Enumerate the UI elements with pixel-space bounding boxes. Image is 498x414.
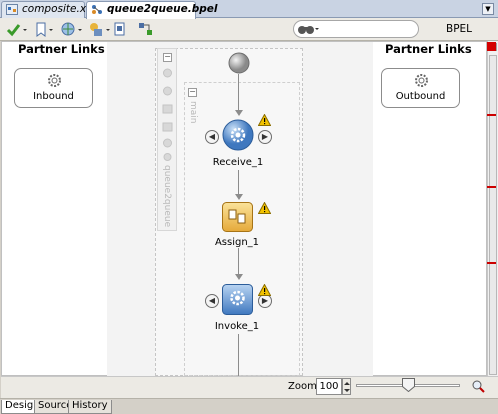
partner-link-outbound[interactable]: Outbound bbox=[381, 68, 460, 108]
gear-icon bbox=[415, 74, 428, 87]
tab-history[interactable]: History bbox=[68, 400, 112, 414]
partner-link-outbound-label: Outbound bbox=[395, 91, 446, 102]
connector-line bbox=[238, 170, 239, 196]
start-node[interactable] bbox=[228, 52, 250, 74]
assign-activity[interactable] bbox=[222, 202, 253, 232]
zoom-input[interactable]: 100 bbox=[316, 378, 342, 395]
warning-marker-receive[interactable] bbox=[487, 114, 496, 116]
tab-queue2queue[interactable]: queue2queue.bpel bbox=[86, 1, 217, 19]
scope-side-palette: − queue2queue bbox=[157, 48, 177, 231]
flow-arrow bbox=[235, 110, 243, 116]
bpel-view-label[interactable]: BPEL bbox=[446, 23, 472, 35]
invoke-next-button[interactable]: ▶ bbox=[258, 294, 272, 308]
flow-arrow bbox=[235, 194, 243, 200]
zoom-fit-icon[interactable] bbox=[471, 379, 485, 393]
receive-prev-button[interactable]: ◀ bbox=[205, 130, 219, 144]
tab-queue2queue-label: queue2queue.bpel bbox=[107, 3, 218, 15]
connector-line bbox=[238, 334, 239, 376]
bookmark-icon[interactable] bbox=[34, 21, 56, 38]
scroll-thumb[interactable] bbox=[489, 55, 497, 375]
zoom-spinner[interactable] bbox=[342, 378, 351, 395]
partner-link-inbound-label: Inbound bbox=[33, 91, 74, 102]
invoke-activity[interactable] bbox=[222, 284, 253, 315]
connector-line bbox=[238, 74, 239, 112]
right-partner-links-title: Partner Links bbox=[385, 42, 472, 56]
sequence-collapse-button[interactable]: − bbox=[188, 88, 197, 97]
tab-composite[interactable]: composite.xml bbox=[1, 1, 99, 18]
scope-name-label: queue2queue bbox=[162, 165, 172, 228]
zoom-toolbar bbox=[1, 376, 498, 398]
left-partner-links-title: Partner Links bbox=[18, 42, 105, 56]
validate-icon[interactable] bbox=[6, 21, 28, 38]
assign-activity-label[interactable]: Assign_1 bbox=[197, 237, 277, 248]
receive-activity-label[interactable]: Receive_1 bbox=[198, 157, 278, 168]
deploy-icon[interactable] bbox=[88, 21, 112, 38]
warning-icon[interactable] bbox=[258, 114, 271, 126]
partner-link-inbound[interactable]: Inbound bbox=[14, 68, 93, 108]
invoke-prev-button[interactable]: ◀ bbox=[205, 294, 219, 308]
warning-marker-invoke[interactable] bbox=[487, 262, 496, 264]
scope-collapse-button[interactable]: − bbox=[163, 53, 172, 62]
warning-icon[interactable] bbox=[258, 202, 271, 214]
editor-bottom-tabs: Design Source History bbox=[0, 398, 498, 414]
sequence-name-label: main bbox=[188, 101, 198, 124]
error-status-marker[interactable] bbox=[487, 42, 496, 51]
binoculars-icon[interactable] bbox=[297, 22, 321, 36]
zoom-slider-thumb[interactable] bbox=[402, 378, 415, 392]
vertical-scrollbar[interactable] bbox=[487, 41, 498, 376]
spinner-arrows-icon bbox=[344, 382, 350, 392]
document-icon[interactable] bbox=[113, 21, 127, 38]
receive-activity[interactable] bbox=[222, 119, 254, 151]
editor-tab-strip: composite.xml queue2queue.bpel ▼ bbox=[0, 0, 498, 19]
receive-next-button[interactable]: ▶ bbox=[258, 130, 272, 144]
bpel-file-icon bbox=[92, 5, 102, 14]
bpel-toolbar: BPEL bbox=[0, 18, 498, 52]
flow-arrow bbox=[235, 274, 243, 280]
gear-icon bbox=[48, 74, 61, 87]
warning-marker-assign[interactable] bbox=[487, 186, 496, 188]
globe-icon[interactable] bbox=[60, 21, 84, 38]
warning-icon[interactable] bbox=[258, 284, 271, 296]
connector-line bbox=[238, 248, 239, 276]
palette-faded-icons bbox=[162, 68, 173, 161]
tab-list-dropdown[interactable]: ▼ bbox=[482, 3, 494, 15]
invoke-activity-label[interactable]: Invoke_1 bbox=[197, 321, 277, 332]
composite-file-icon bbox=[6, 4, 18, 15]
layout-icon[interactable] bbox=[138, 21, 154, 38]
